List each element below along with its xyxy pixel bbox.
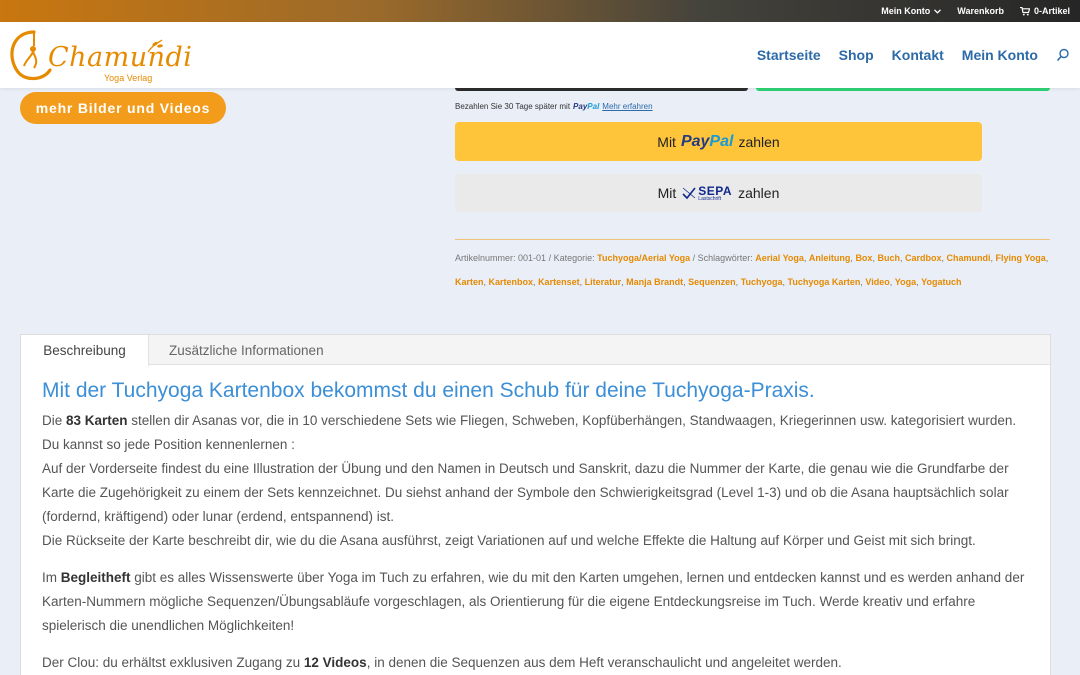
tag-link[interactable]: Cardbox: [905, 253, 942, 263]
tag-link[interactable]: Aerial Yoga: [755, 253, 804, 263]
sepa-logo: SEPA Lastschrift: [682, 185, 732, 202]
paypal-pay-button[interactable]: Mit PayPal zahlen: [455, 122, 982, 161]
tags-label: Schlagwörter:: [697, 253, 753, 263]
logo-subtitle: Yoga Verlag: [104, 73, 153, 83]
tag-link[interactable]: Video: [865, 277, 889, 287]
pay-later-note: Bezahlen Sie 30 Tage später mit PayPal M…: [455, 102, 653, 111]
tag-link[interactable]: Tuchyoga Karten: [788, 277, 861, 287]
tag-link[interactable]: Manja Brandt: [626, 277, 683, 287]
tab-beschreibung[interactable]: Beschreibung: [21, 335, 149, 366]
paypal-logo-small: PayPal: [573, 102, 600, 111]
paypal-button-prefix: Mit: [657, 133, 676, 150]
product-meta: Artikelnummer: 001-01 / Kategorie: Tuchy…: [455, 253, 1049, 287]
video-count: 12 Videos: [303, 655, 367, 670]
my-account-label: Mein Konto: [881, 6, 931, 16]
main-nav: Startseite Shop Kontakt Mein Konto: [757, 22, 1070, 88]
cart-icon: [1019, 6, 1030, 15]
sku-label: Artikelnummer:: [455, 253, 516, 263]
tag-link[interactable]: Chamundi: [947, 253, 991, 263]
booklet-label: Begleitheft: [60, 570, 131, 585]
description-paragraph-videos: Der Clou: du erhältst exklusiven Zugang …: [42, 655, 842, 670]
chevron-down-icon: [934, 8, 942, 14]
logo-wordmark: Chamundi: [48, 42, 193, 73]
tag-link[interactable]: Yoga: [895, 277, 916, 287]
sepa-check-icon: [682, 187, 696, 200]
sepa-pay-button[interactable]: Mit SEPA Lastschrift zahlen: [455, 174, 982, 212]
product-tabs: Beschreibung Zusätzliche Informationen M…: [20, 334, 1051, 675]
buy-now-button-edge[interactable]: [756, 88, 1050, 91]
cart-link[interactable]: Warenkorb: [957, 6, 1004, 16]
card-count: 83 Karten: [66, 413, 128, 428]
sepa-subword: Lastschrift: [698, 195, 722, 202]
cart-label: Warenkorb: [957, 6, 1004, 16]
tag-link[interactable]: Literatur: [585, 277, 622, 287]
tag-link[interactable]: Anleitung: [809, 253, 851, 263]
sku-value: 001-01: [518, 253, 547, 263]
category-label: Kategorie:: [553, 253, 595, 263]
learn-more-link[interactable]: Mehr erfahren: [602, 102, 652, 111]
description-panel: Mit der Tuchyoga Kartenbox bekommst du e…: [42, 379, 1032, 675]
meta-divider: [455, 239, 1050, 240]
nav-mein-konto[interactable]: Mein Konto: [962, 47, 1038, 63]
paypal-logo: PayPal: [680, 132, 734, 150]
tag-link[interactable]: Sequenzen: [688, 277, 736, 287]
search-icon[interactable]: [1056, 48, 1070, 62]
tag-link[interactable]: Flying Yoga: [996, 253, 1046, 263]
tab-bar: Beschreibung Zusätzliche Informationen: [21, 335, 1050, 366]
sepa-button-suffix: zahlen: [738, 185, 780, 201]
pay-later-text: Bezahlen Sie 30 Tage später mit: [455, 102, 571, 111]
nav-kontakt[interactable]: Kontakt: [892, 47, 944, 63]
tag-link[interactable]: Buch: [877, 253, 900, 263]
cart-items-count: 0-Artikel: [1033, 6, 1070, 16]
nav-startseite[interactable]: Startseite: [757, 47, 821, 63]
site-header: Chamundi Yoga Verlag Startseite Shop Kon…: [0, 22, 1080, 88]
top-utility-bar: Mein Konto Warenkorb 0-Artikel: [0, 0, 1080, 22]
description-paragraph-cards: Die 83 Karten stellen dir Asanas vor, di…: [42, 413, 1017, 548]
my-account-menu[interactable]: Mein Konto: [881, 6, 942, 16]
site-logo[interactable]: Chamundi Yoga Verlag: [4, 26, 192, 84]
paypal-button-suffix: zahlen: [738, 133, 780, 150]
more-images-videos-button[interactable]: mehr Bilder und Videos: [20, 92, 226, 124]
cart-items-link[interactable]: 0-Artikel: [1019, 6, 1070, 16]
tag-link[interactable]: Yogatuch: [921, 277, 961, 287]
sepa-word: SEPA: [698, 183, 733, 198]
tag-link[interactable]: Karten: [455, 277, 484, 287]
tag-link[interactable]: Box: [855, 253, 872, 263]
description-heading: Mit der Tuchyoga Kartenbox bekommst du e…: [42, 379, 815, 402]
description-paragraph-booklet: Im Begleitheft gibt es alles Wissenswert…: [42, 570, 1025, 633]
sepa-button-prefix: Mit: [657, 185, 677, 201]
tag-link[interactable]: Kartenset: [538, 277, 580, 287]
tag-link[interactable]: Tuchyoga: [741, 277, 783, 287]
tab-zusaetzliche-informationen[interactable]: Zusätzliche Informationen: [169, 335, 324, 365]
tag-link[interactable]: Kartenbox: [489, 277, 534, 287]
nav-shop[interactable]: Shop: [839, 47, 874, 63]
category-link[interactable]: Tuchyoga/Aerial Yoga: [597, 253, 690, 263]
add-to-cart-button-edge[interactable]: [455, 88, 748, 91]
